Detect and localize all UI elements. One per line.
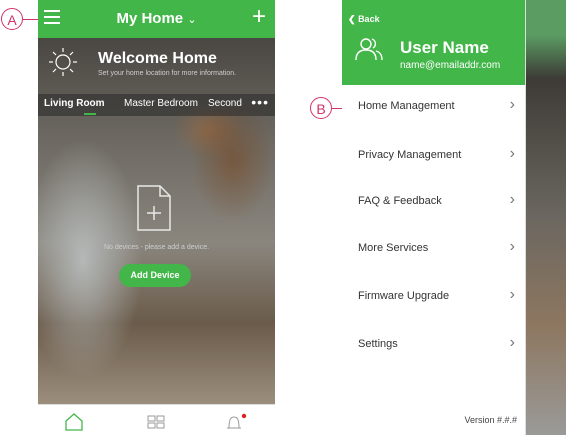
chevron-right-icon: › <box>509 238 515 255</box>
add-device-button[interactable]: Add Device <box>119 264 191 287</box>
chevron-right-icon: › <box>509 191 515 208</box>
more-rooms-icon[interactable]: ••• <box>251 94 269 110</box>
callout-b: B <box>310 97 332 119</box>
welcome-title: Welcome Home <box>98 50 217 67</box>
home-nav-icon[interactable] <box>64 413 84 431</box>
background-peek <box>525 0 566 435</box>
menu-item-label: More Services <box>358 242 429 254</box>
tab-second[interactable]: Second <box>208 98 242 109</box>
menu-settings[interactable]: Settings › <box>342 330 525 360</box>
tab-living-room[interactable]: Living Room <box>44 98 105 109</box>
add-icon[interactable]: + <box>252 5 266 29</box>
side-drawer: ❮ Back User Name name@emailaddr.com Home… <box>342 0 526 435</box>
menu-item-label: Privacy Management <box>358 149 462 161</box>
welcome-subtitle[interactable]: Set your home location for more informat… <box>98 70 236 77</box>
user-email: name@emailaddr.com <box>400 60 501 71</box>
scenes-nav-icon[interactable] <box>146 413 166 431</box>
home-top-bar: My Home ⌄ + <box>38 0 275 38</box>
back-label: Back <box>358 14 380 24</box>
callout-a: A <box>1 8 23 30</box>
menu-more-services[interactable]: More Services › <box>342 234 525 264</box>
drawer-header: ❮ Back User Name name@emailaddr.com <box>342 0 525 85</box>
chevron-left-icon: ❮ <box>348 14 356 24</box>
chevron-right-icon: › <box>509 145 515 162</box>
notification-dot <box>241 413 247 419</box>
active-tab-indicator <box>84 113 96 115</box>
home-selector[interactable]: My Home ⌄ <box>38 10 275 27</box>
menu-item-label: Home Management <box>358 100 455 112</box>
chevron-right-icon: › <box>509 334 515 351</box>
room-tabs: Living Room Master Bedroom Second ••• <box>38 94 275 116</box>
chevron-down-icon: ⌄ <box>187 14 197 26</box>
user-group-icon <box>355 38 383 61</box>
menu-item-label: Firmware Upgrade <box>358 290 450 302</box>
tab-master-bedroom[interactable]: Master Bedroom <box>124 98 198 109</box>
menu-privacy-management[interactable]: Privacy Management › <box>342 141 525 171</box>
menu-firmware-upgrade[interactable]: Firmware Upgrade › <box>342 282 525 312</box>
drawer-screen: ❮ Back User Name name@emailaddr.com Home… <box>342 0 566 435</box>
chevron-right-icon: › <box>509 96 515 113</box>
back-button[interactable]: ❮ Back <box>348 14 380 25</box>
user-name: User Name <box>400 38 489 57</box>
bottom-navigation <box>38 404 275 435</box>
add-document-icon <box>137 185 171 231</box>
app-version: Version #.#.# <box>464 415 517 425</box>
home-title: My Home <box>116 10 184 27</box>
empty-state-text: No devices - please add a device. <box>103 244 210 251</box>
home-screen: My Home ⌄ + Welcome Home Set your home l… <box>38 0 275 435</box>
chevron-right-icon: › <box>509 286 515 303</box>
menu-item-label: FAQ & Feedback <box>358 195 442 207</box>
alarm-nav-icon[interactable] <box>224 413 250 431</box>
menu-home-management[interactable]: Home Management › <box>342 92 525 122</box>
sun-icon <box>49 48 77 76</box>
menu-faq-feedback[interactable]: FAQ & Feedback › <box>342 187 525 217</box>
menu-item-label: Settings <box>358 338 398 350</box>
